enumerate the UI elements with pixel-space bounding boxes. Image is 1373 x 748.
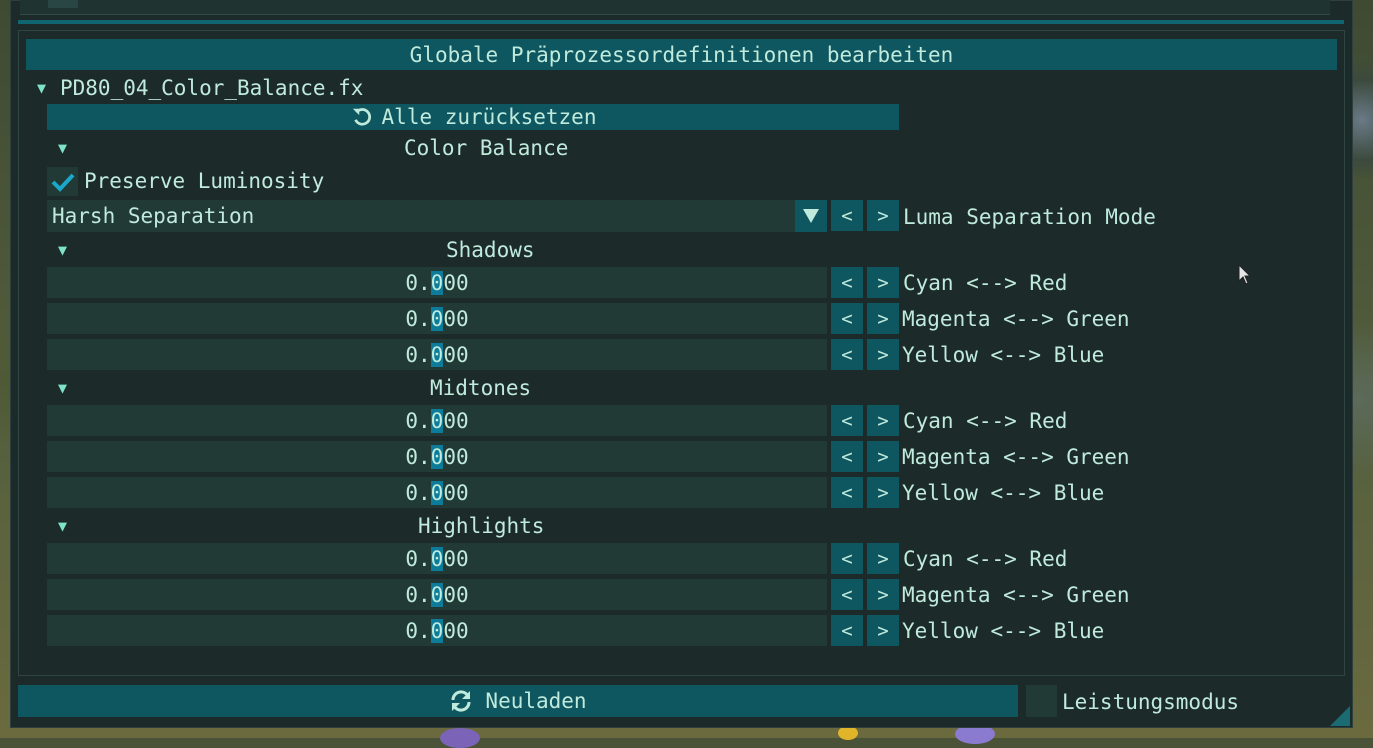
value-text: 00 xyxy=(443,408,469,433)
slider-label: Cyan <--> Red xyxy=(903,547,1068,571)
mouse-cursor-icon xyxy=(1238,264,1252,285)
text-cursor: 0 xyxy=(430,342,444,367)
dropdown-arrow-button[interactable] xyxy=(795,200,827,232)
decrement-button[interactable]: < xyxy=(831,441,863,472)
shadows-magenta-green-field[interactable]: 0. 0 00 xyxy=(47,303,827,334)
text-cursor: 0 xyxy=(430,618,444,643)
preserve-luminosity-label[interactable]: Preserve Luminosity xyxy=(84,169,324,193)
increment-button[interactable]: > xyxy=(867,441,899,472)
highlights-magenta-green-field[interactable]: 0. 0 00 xyxy=(47,579,827,610)
slider-label: Cyan <--> Red xyxy=(903,409,1068,433)
slider-label: Yellow <--> Blue xyxy=(902,343,1105,367)
highlights-yellow-blue-field[interactable]: 0. 0 00 xyxy=(47,615,827,646)
midtones-yellow-blue-field[interactable]: 0. 0 00 xyxy=(47,477,827,508)
reset-all-label: Alle zurücksetzen xyxy=(381,105,597,129)
value-text: 0. xyxy=(405,408,431,433)
collapse-arrow-icon[interactable]: ▼ xyxy=(58,241,67,259)
midtones-magenta-green-field[interactable]: 0. 0 00 xyxy=(47,441,827,472)
panel-header[interactable]: Globale Präprozessordefinitionen bearbei… xyxy=(26,39,1337,70)
decrement-button[interactable]: < xyxy=(831,543,863,574)
decrement-button[interactable]: < xyxy=(831,405,863,436)
increment-button[interactable]: > xyxy=(867,615,899,646)
value-text: 0. xyxy=(405,480,431,505)
highlights-heading[interactable]: Highlights xyxy=(418,514,544,538)
increment-button[interactable]: > xyxy=(867,477,899,508)
value-text: 00 xyxy=(443,444,469,469)
reset-all-button[interactable]: Alle zurücksetzen xyxy=(47,104,899,130)
checkmark-icon xyxy=(51,173,74,192)
text-cursor: 0 xyxy=(430,582,444,607)
increment-button[interactable]: > xyxy=(867,267,899,298)
text-cursor: 0 xyxy=(430,480,444,505)
decrement-button[interactable]: < xyxy=(831,267,863,298)
luma-mode-label: Luma Separation Mode xyxy=(903,205,1156,229)
increment-button[interactable]: > xyxy=(867,543,899,574)
value-text: 00 xyxy=(443,546,469,571)
slider-label: Yellow <--> Blue xyxy=(902,619,1105,643)
slider-label: Yellow <--> Blue xyxy=(902,481,1105,505)
decrement-button[interactable]: < xyxy=(831,615,863,646)
top-strip xyxy=(20,0,1330,15)
value-text: 00 xyxy=(443,582,469,607)
slider-label: Magenta <--> Green xyxy=(902,583,1130,607)
undo-icon xyxy=(352,108,371,126)
luma-mode-select[interactable]: Harsh Separation xyxy=(47,200,827,232)
top-accent-bar xyxy=(18,20,1344,24)
text-cursor: 0 xyxy=(430,444,444,469)
reload-button[interactable]: Neuladen xyxy=(18,685,1018,717)
reload-label: Neuladen xyxy=(485,689,587,713)
value-text: 0. xyxy=(405,618,431,643)
midtones-cyan-red-field[interactable]: 0. 0 00 xyxy=(47,405,827,436)
text-cursor: 0 xyxy=(430,546,444,571)
value-text: 00 xyxy=(443,342,469,367)
value-text: 0. xyxy=(405,444,431,469)
luma-mode-next-button[interactable]: > xyxy=(867,200,899,231)
shadows-heading[interactable]: Shadows xyxy=(446,238,535,262)
value-text: 00 xyxy=(443,480,469,505)
highlights-cyan-red-field[interactable]: 0. 0 00 xyxy=(47,543,827,574)
value-text: 00 xyxy=(443,618,469,643)
shadows-yellow-blue-field[interactable]: 0. 0 00 xyxy=(47,339,827,370)
luma-mode-value: Harsh Separation xyxy=(52,204,255,228)
value-text: 00 xyxy=(443,306,469,331)
refresh-icon xyxy=(451,690,471,712)
slider-label: Magenta <--> Green xyxy=(902,307,1130,331)
value-text: 0. xyxy=(405,270,431,295)
decrement-button[interactable]: < xyxy=(831,303,863,334)
midtones-heading[interactable]: Midtones xyxy=(430,376,531,400)
slider-label: Cyan <--> Red xyxy=(903,271,1068,295)
luma-mode-prev-button[interactable]: < xyxy=(831,200,863,231)
shadows-cyan-red-field[interactable]: 0. 0 00 xyxy=(47,267,827,298)
color-balance-heading[interactable]: Color Balance xyxy=(404,136,568,160)
value-text: 0. xyxy=(405,306,431,331)
increment-button[interactable]: > xyxy=(867,339,899,370)
performance-mode-label[interactable]: Leistungsmodus xyxy=(1062,690,1239,714)
flower-decoration xyxy=(440,728,480,748)
resize-grip[interactable] xyxy=(1330,706,1350,726)
increment-button[interactable]: > xyxy=(867,405,899,436)
performance-mode-checkbox[interactable] xyxy=(1026,685,1057,717)
increment-button[interactable]: > xyxy=(867,303,899,334)
text-cursor: 0 xyxy=(430,306,444,331)
text-cursor: 0 xyxy=(430,408,444,433)
decrement-button[interactable]: < xyxy=(831,579,863,610)
file-name[interactable]: PD80_04_Color_Balance.fx xyxy=(60,76,363,100)
collapse-arrow-icon[interactable]: ▼ xyxy=(58,139,67,157)
text-cursor: 0 xyxy=(430,270,444,295)
decrement-button[interactable]: < xyxy=(831,339,863,370)
decrement-button[interactable]: < xyxy=(831,477,863,508)
preserve-luminosity-checkbox[interactable] xyxy=(47,167,78,196)
collapse-arrow-icon[interactable]: ▼ xyxy=(58,517,67,535)
increment-button[interactable]: > xyxy=(867,579,899,610)
value-text: 0. xyxy=(405,342,431,367)
collapse-arrow-icon[interactable]: ▼ xyxy=(58,379,67,397)
panel-title: Globale Präprozessordefinitionen bearbei… xyxy=(409,42,954,67)
value-text: 0. xyxy=(405,582,431,607)
value-text: 00 xyxy=(443,270,469,295)
collapse-arrow-icon[interactable]: ▼ xyxy=(37,79,46,97)
chevron-down-icon xyxy=(803,209,819,223)
slider-label: Magenta <--> Green xyxy=(902,445,1130,469)
value-text: 0. xyxy=(405,546,431,571)
